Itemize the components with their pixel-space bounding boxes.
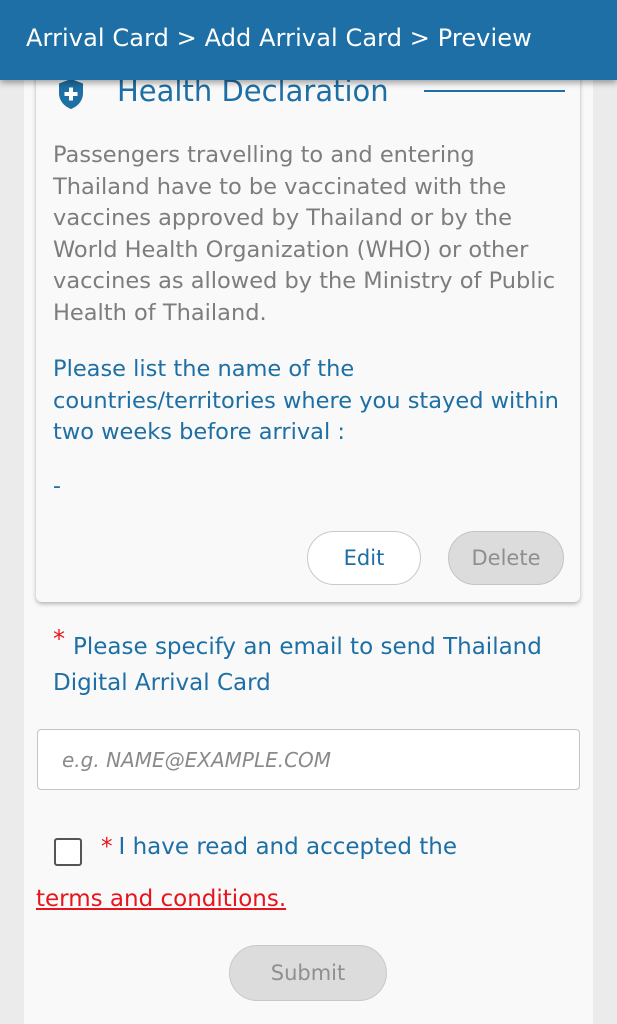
email-input[interactable] xyxy=(37,729,580,790)
title-divider xyxy=(424,90,565,92)
email-label-text: Please specify an email to send Thailand… xyxy=(53,634,542,696)
countries-value: - xyxy=(53,474,61,499)
submit-button[interactable]: Submit xyxy=(229,945,387,1001)
terms-and-conditions-link[interactable]: terms and conditions. xyxy=(36,886,286,912)
email-label: * Please specify an email to send Thailan… xyxy=(53,625,573,701)
accept-terms-label: * I have read and accepted the xyxy=(101,834,457,860)
breadcrumb: Arrival Card > Add Arrival Card > Previe… xyxy=(26,24,532,52)
countries-question: Please list the name of the countries/te… xyxy=(53,356,559,445)
required-asterisk: * xyxy=(53,625,65,653)
shield-plus-icon xyxy=(59,79,83,109)
required-asterisk: * xyxy=(101,834,113,860)
top-app-bar: Arrival Card > Add Arrival Card > Previe… xyxy=(0,0,617,80)
accept-terms-text: I have read and accepted the xyxy=(118,834,458,860)
terms-checkbox[interactable] xyxy=(54,838,82,866)
edit-button[interactable]: Edit xyxy=(307,531,421,585)
delete-button[interactable]: Delete xyxy=(448,531,564,585)
page: Arrival Card > Add Arrival Card > Previe… xyxy=(0,0,617,1024)
declaration-text: Passengers travelling to and entering Th… xyxy=(53,142,556,326)
